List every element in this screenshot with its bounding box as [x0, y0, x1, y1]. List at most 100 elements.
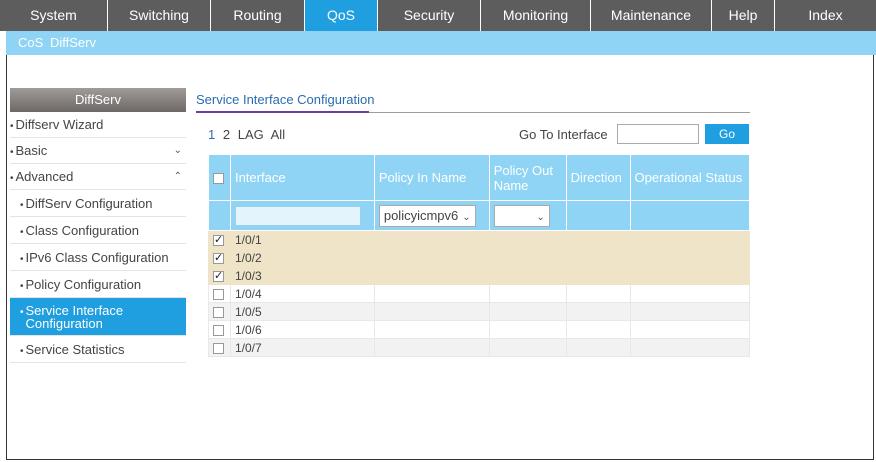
tab-security[interactable]: Security	[378, 0, 481, 31]
sidebar-item-ipv6-class-configuration[interactable]: • IPv6 Class Configuration	[10, 244, 186, 271]
row-select-cell	[208, 338, 231, 357]
policy-in-cell	[373, 320, 490, 339]
policy-in-select[interactable]: policyicmpv6 ⌄	[378, 204, 476, 227]
row-select-cell	[208, 302, 231, 321]
tab-system[interactable]: System	[0, 0, 108, 31]
table-row[interactable]: 1/0/6	[208, 320, 751, 339]
policy-out-cell	[488, 230, 567, 249]
status-cell	[629, 302, 751, 321]
tab-monitoring[interactable]: Monitoring	[481, 0, 591, 31]
sidebar-item-diffserv-wizard[interactable]: • Diffserv Wizard	[10, 112, 186, 138]
row-checkbox[interactable]	[213, 233, 224, 246]
sidebar-item-service-interface-configuration[interactable]: • Service Interface Configuration	[10, 298, 186, 336]
interface-cell: 1/0/4	[229, 284, 375, 303]
sidebar-item-basic[interactable]: • Basic ⌄	[10, 138, 186, 164]
interface-cell: 1/0/2	[229, 248, 375, 267]
table-row[interactable]: 1/0/4	[208, 284, 751, 303]
filter-cell	[565, 200, 631, 231]
page-link-2[interactable]: 2	[223, 127, 230, 142]
row-checkbox[interactable]	[213, 251, 224, 264]
tab-qos[interactable]: QoS	[305, 0, 378, 31]
goto-interface-label: Go To Interface	[519, 127, 608, 142]
table-row[interactable]: 1/0/1	[208, 230, 751, 249]
goto-interface-input[interactable]	[617, 124, 699, 144]
direction-cell	[565, 338, 631, 357]
interface-cell: 1/0/3	[229, 266, 375, 285]
go-button[interactable]: Go	[705, 124, 749, 144]
sidebar-item-policy-configuration[interactable]: • Policy Configuration	[10, 271, 186, 298]
table-row[interactable]: 1/0/2	[208, 248, 751, 267]
policy-in-cell	[373, 266, 490, 285]
tab-index[interactable]: Index	[775, 0, 876, 31]
bullet-icon: •	[20, 227, 24, 238]
filter-cell	[208, 200, 231, 231]
tab-switching[interactable]: Switching	[108, 0, 211, 31]
subnav-diffserv[interactable]: DiffServ	[50, 35, 96, 50]
tab-help[interactable]: Help	[712, 0, 775, 31]
interface-pager: 1 2 LAG All	[208, 127, 289, 142]
chevron-down-icon: ⌄	[536, 211, 545, 223]
interface-filter-input[interactable]	[234, 205, 361, 226]
policy-out-cell	[488, 284, 567, 303]
column-header-policy-out: Policy Out Name	[488, 154, 567, 201]
chevron-up-icon: ⌃	[173, 171, 182, 182]
page-link-lag[interactable]: LAG	[238, 127, 264, 142]
status-cell	[629, 248, 751, 267]
filter-cell: ⌄	[488, 200, 567, 231]
policy-out-select[interactable]: ⌄	[493, 204, 550, 227]
direction-cell	[565, 248, 631, 267]
table-row[interactable]: 1/0/3	[208, 266, 751, 285]
select-all-cell	[208, 154, 231, 201]
sidebar-item-class-configuration[interactable]: • Class Configuration	[10, 217, 186, 244]
row-checkbox[interactable]	[213, 342, 224, 354]
column-header-policy-in: Policy In Name	[373, 154, 490, 201]
sidebar-item-label: Advanced	[15, 169, 74, 184]
page-link-all[interactable]: All	[271, 127, 285, 142]
table-row[interactable]: 1/0/5	[208, 302, 751, 321]
column-header-operational-status: Operational Status	[629, 154, 751, 201]
select-all-checkbox[interactable]	[213, 173, 224, 185]
policy-in-cell	[373, 248, 490, 267]
chevron-down-icon: ⌄	[462, 211, 471, 223]
tab-routing[interactable]: Routing	[211, 0, 305, 31]
row-checkbox[interactable]	[213, 269, 224, 282]
sidebar-item-service-statistics[interactable]: • Service Statistics	[10, 336, 186, 363]
tab-maintenance[interactable]: Maintenance	[591, 0, 712, 31]
direction-cell	[565, 320, 631, 339]
row-checkbox[interactable]	[213, 288, 224, 300]
interface-cell: 1/0/1	[229, 230, 375, 249]
row-select-cell	[208, 266, 231, 285]
page-title: Service Interface Configuration	[196, 92, 375, 107]
policy-out-cell	[488, 320, 567, 339]
direction-cell	[565, 266, 631, 285]
sidebar-item-advanced[interactable]: • Advanced ⌃	[10, 164, 186, 190]
column-header-direction: Direction	[565, 154, 631, 201]
row-checkbox[interactable]	[213, 306, 224, 318]
policy-out-cell	[488, 248, 567, 267]
status-cell	[629, 338, 751, 357]
status-cell	[629, 266, 751, 285]
interface-cell: 1/0/7	[229, 338, 375, 357]
sidebar-item-label: Basic	[15, 143, 48, 158]
row-checkbox[interactable]	[213, 324, 224, 336]
bullet-icon: •	[10, 147, 14, 158]
service-interface-table: Interface Policy In Name Policy Out Name…	[208, 154, 751, 357]
subnav-cos[interactable]: CoS	[18, 35, 43, 50]
sidebar-item-diffserv-configuration[interactable]: • DiffServ Configuration	[10, 190, 186, 217]
top-nav: System Switching Routing QoS Security Mo…	[0, 0, 876, 31]
table-row[interactable]: 1/0/7	[208, 338, 751, 357]
bullet-icon: •	[10, 173, 14, 184]
policy-in-cell	[373, 338, 490, 357]
status-cell	[629, 320, 751, 339]
bullet-icon: •	[20, 307, 24, 318]
bullet-icon: •	[10, 121, 14, 132]
page-link-1[interactable]: 1	[208, 127, 215, 142]
policy-out-cell	[488, 302, 567, 321]
filter-cell: policyicmpv6 ⌄	[373, 200, 490, 231]
row-select-cell	[208, 230, 231, 249]
bullet-icon: •	[20, 254, 24, 265]
sidebar-item-label: Service Interface Configuration	[25, 303, 124, 331]
sidebar-item-label: Policy Configuration	[25, 277, 142, 292]
title-underline	[196, 111, 369, 113]
policy-in-value: policyicmpv6	[383, 207, 459, 223]
